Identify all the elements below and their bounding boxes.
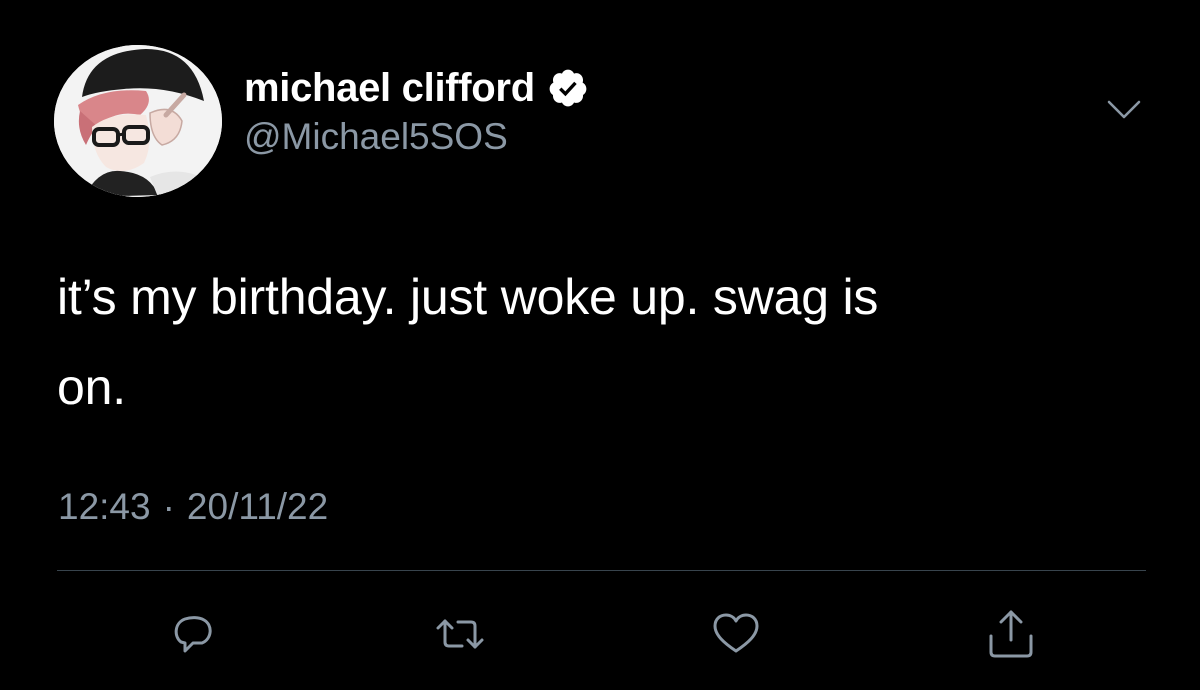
meta-separator: · xyxy=(162,486,175,527)
reply-icon xyxy=(174,616,212,653)
retweet-icon xyxy=(436,619,484,649)
tweet-date: 20/11/22 xyxy=(186,486,329,527)
tweet-text-line: it’s my birthday. just woke up. swag is xyxy=(57,269,879,325)
like-button[interactable] xyxy=(708,606,764,662)
heart-icon xyxy=(713,613,759,653)
display-name[interactable]: michael clifford xyxy=(244,66,535,111)
retweet-button[interactable] xyxy=(432,606,488,662)
user-handle[interactable]: @Michael5SOS xyxy=(244,116,589,158)
name-row: michael clifford xyxy=(244,62,589,114)
tweet-text: it’s my birthday. just woke up. swag is … xyxy=(57,252,1157,432)
share-button[interactable] xyxy=(983,606,1039,662)
avatar-illustration xyxy=(54,45,222,197)
divider xyxy=(57,570,1146,571)
verified-badge-icon xyxy=(547,67,589,109)
avatar[interactable] xyxy=(54,45,222,197)
chevron-down-icon[interactable] xyxy=(1105,96,1143,124)
share-icon xyxy=(989,610,1033,658)
tweet-author[interactable]: michael clifford @Michael5SOS xyxy=(244,62,589,158)
tweet-time: 12:43 xyxy=(58,486,151,527)
tweet: michael clifford @Michael5SOS it’s my bi… xyxy=(0,0,1200,690)
reply-button[interactable] xyxy=(165,606,221,662)
tweet-timestamp[interactable]: 12:43 · 20/11/22 xyxy=(58,486,328,528)
tweet-text-line: on. xyxy=(57,359,126,415)
